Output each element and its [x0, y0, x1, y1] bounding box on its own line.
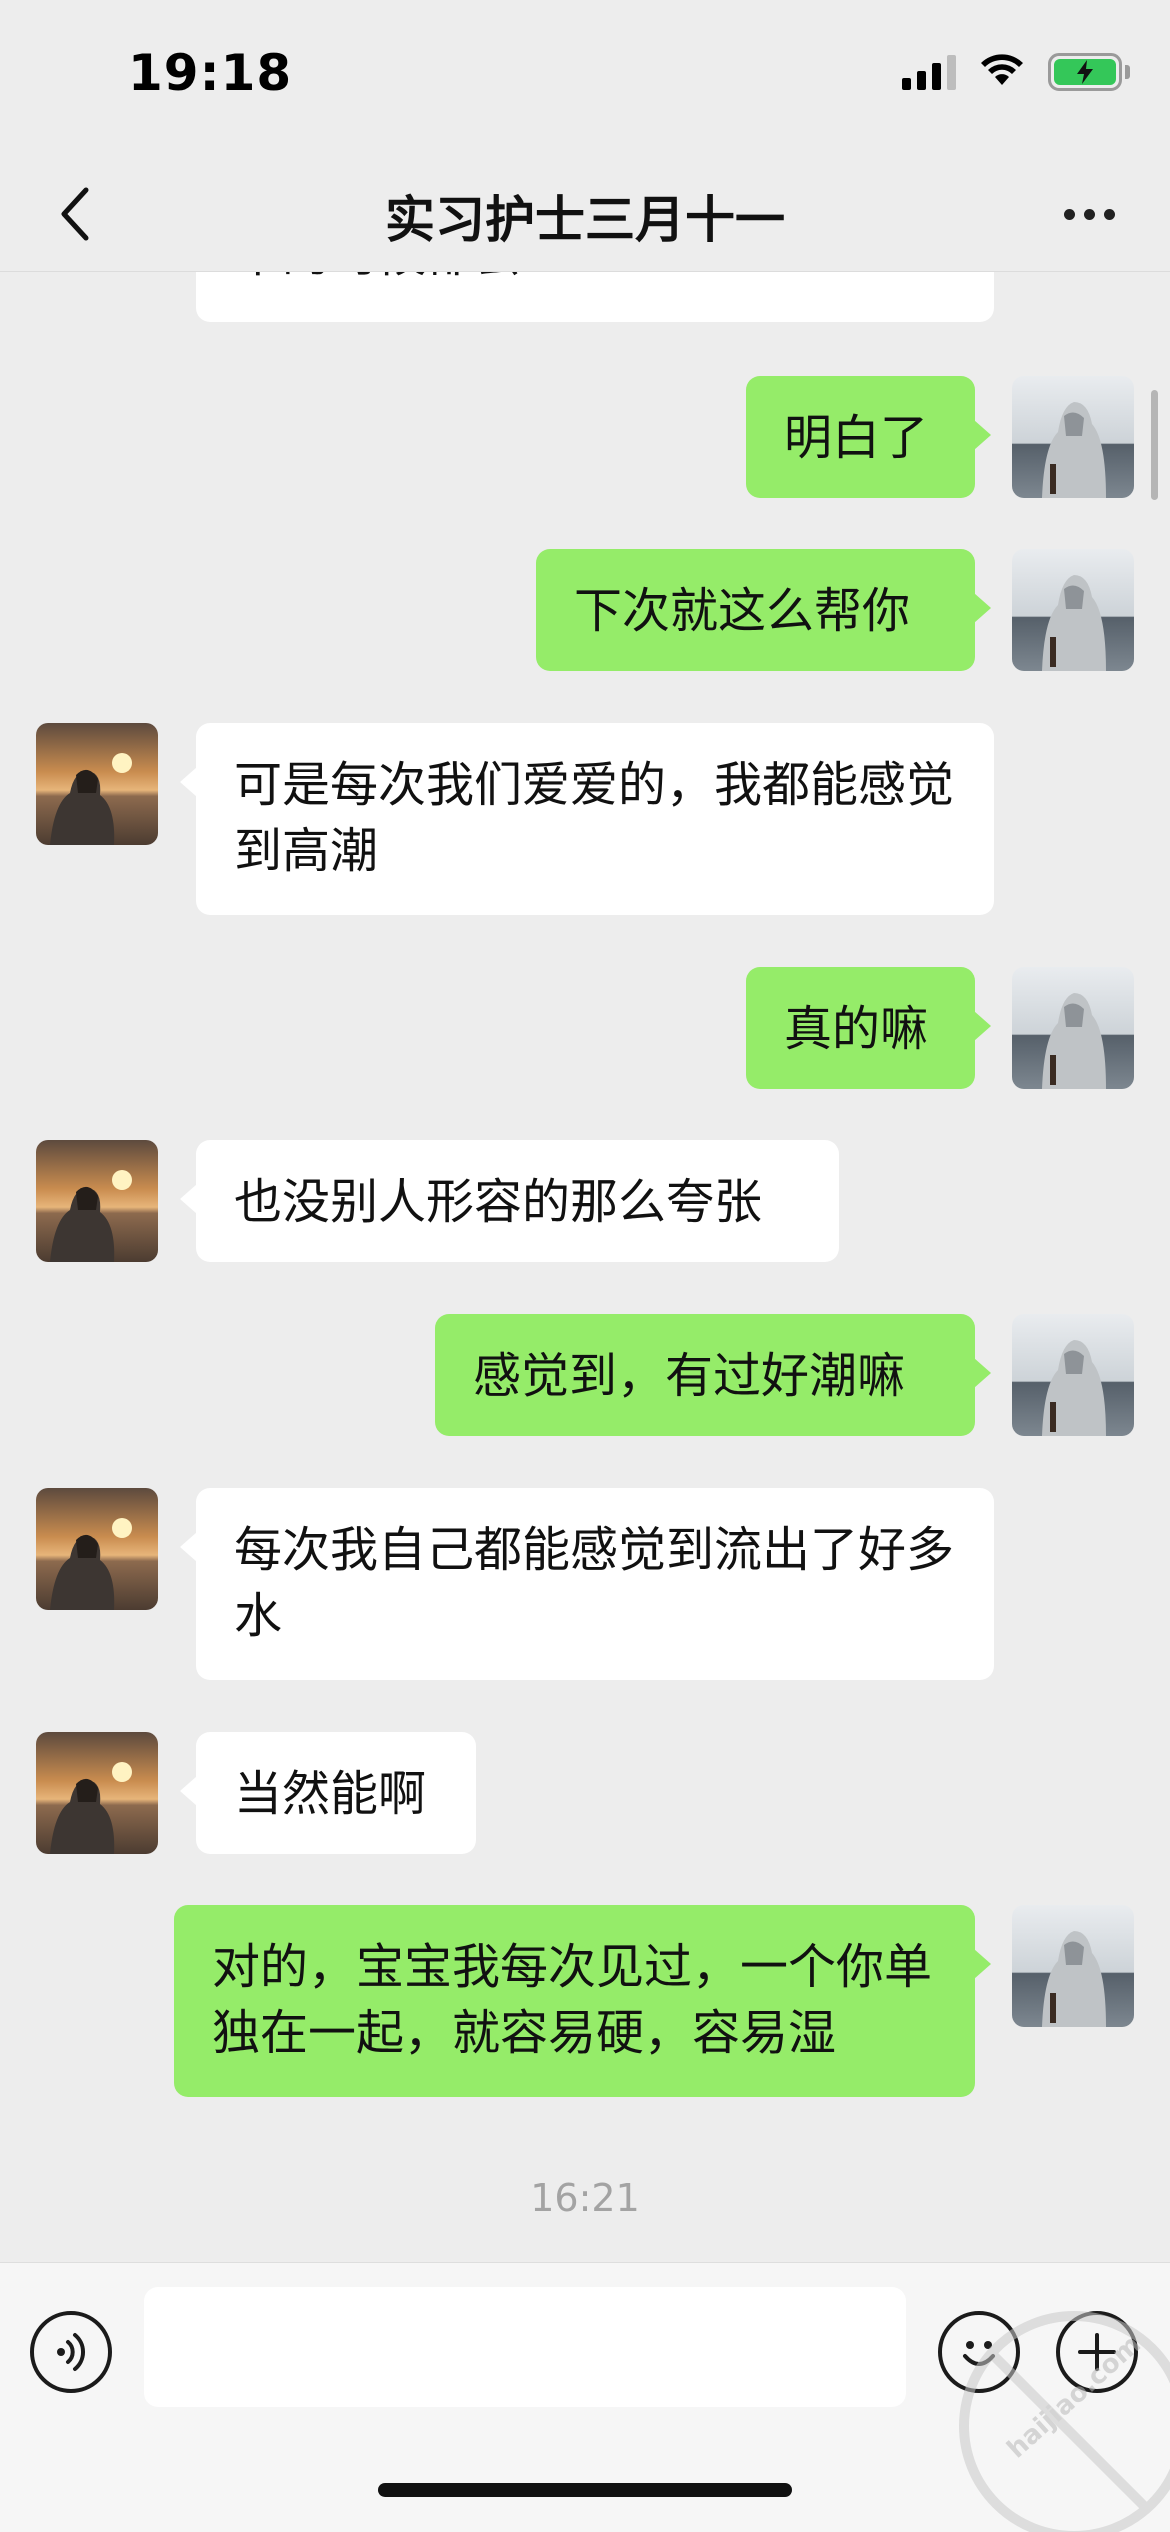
- emoji-button[interactable]: [938, 2311, 1020, 2393]
- status-icons: [902, 52, 1130, 92]
- status-time: 19:18: [128, 44, 293, 102]
- emoji-icon: [963, 2341, 995, 2366]
- message-bubble-outgoing[interactable]: 感觉到，有过好潮嘛: [435, 1314, 991, 1436]
- my-avatar[interactable]: [1012, 549, 1134, 671]
- message-text: 也没别人形容的那么夸张: [234, 1174, 763, 1230]
- message-text: 每次我自己都能感觉到流出了好多水: [234, 1522, 955, 1644]
- message-timestamp: 16:21: [530, 2176, 640, 2220]
- contact-avatar[interactable]: [36, 723, 158, 845]
- more-icon-dot: [1083, 208, 1095, 220]
- my-avatar[interactable]: [1012, 1314, 1134, 1436]
- message-text: 可是每次我们爱爱的，我都能感觉到高潮: [234, 757, 955, 879]
- voice-button[interactable]: [30, 2311, 112, 2393]
- message-bubble-incoming[interactable]: 当然能啊: [180, 1732, 476, 1854]
- message-bubble-incoming[interactable]: 也没别人形容的那么夸张: [180, 1140, 839, 1262]
- more-icon-dot: [1063, 208, 1075, 220]
- message-bubble-outgoing[interactable]: 真的嘛: [746, 967, 991, 1089]
- plus-icon: [1078, 2333, 1116, 2371]
- message-text: 当然能啊: [234, 1766, 427, 1822]
- more-button[interactable]: [1044, 174, 1134, 254]
- chat-screen: 19:18 实习护士三月十一 明白了 下次就这么帮你 可是每次我们爱爱的，我都能…: [0, 0, 1170, 2532]
- message-text: 感觉到，有过好潮嘛: [473, 1348, 906, 1404]
- message-bubble-incoming[interactable]: 每次我自己都能感觉到流出了好多水: [180, 1488, 994, 1680]
- contact-avatar[interactable]: [36, 1140, 158, 1262]
- my-avatar[interactable]: [1012, 376, 1134, 498]
- message-text: 明白了: [784, 410, 929, 466]
- message-bubble-outgoing[interactable]: 对的，宝宝我每次见过，一个你单独在一起，就容易硬，容易湿: [174, 1905, 991, 2097]
- chat-title: 实习护士三月十一: [385, 191, 785, 249]
- home-indicator[interactable]: [378, 2483, 792, 2497]
- plus-button[interactable]: [1056, 2311, 1138, 2393]
- status-bar: 19:18: [0, 0, 1170, 150]
- message-bubble-incoming[interactable]: 带的时候都会: [196, 272, 994, 322]
- message-text: 对的，宝宝我每次见过，一个你单独在一起，就容易硬，容易湿: [212, 1939, 933, 2061]
- message-bubble-outgoing[interactable]: 明白了: [746, 376, 991, 498]
- contact-avatar[interactable]: [36, 1732, 158, 1854]
- battery-icon: [1048, 53, 1130, 91]
- message-text: 真的嘛: [784, 1001, 929, 1057]
- message-input[interactable]: [144, 2287, 906, 2407]
- message-list[interactable]: 带的时候都会 明白了 下次就这么帮你 可是每次我们爱爱的，我都能感觉到高潮 真的…: [0, 272, 1170, 2262]
- voice-icon: [57, 2333, 86, 2371]
- nav-bar: 实习护士三月十一: [0, 150, 1170, 272]
- more-icon-dot: [1103, 208, 1115, 220]
- input-bar: [0, 2262, 1170, 2532]
- message-text: 下次就这么帮你: [574, 583, 911, 639]
- contact-avatar[interactable]: [36, 1488, 158, 1610]
- message-bubble-incoming[interactable]: 可是每次我们爱爱的，我都能感觉到高潮: [180, 723, 994, 915]
- wifi-icon: [978, 52, 1026, 92]
- signal-icon: [902, 54, 956, 90]
- scrollbar[interactable]: [1151, 390, 1158, 500]
- message-text: 带的时候都会: [234, 272, 956, 288]
- my-avatar[interactable]: [1012, 967, 1134, 1089]
- my-avatar[interactable]: [1012, 1905, 1134, 2027]
- message-bubble-outgoing[interactable]: 下次就这么帮你: [536, 549, 991, 671]
